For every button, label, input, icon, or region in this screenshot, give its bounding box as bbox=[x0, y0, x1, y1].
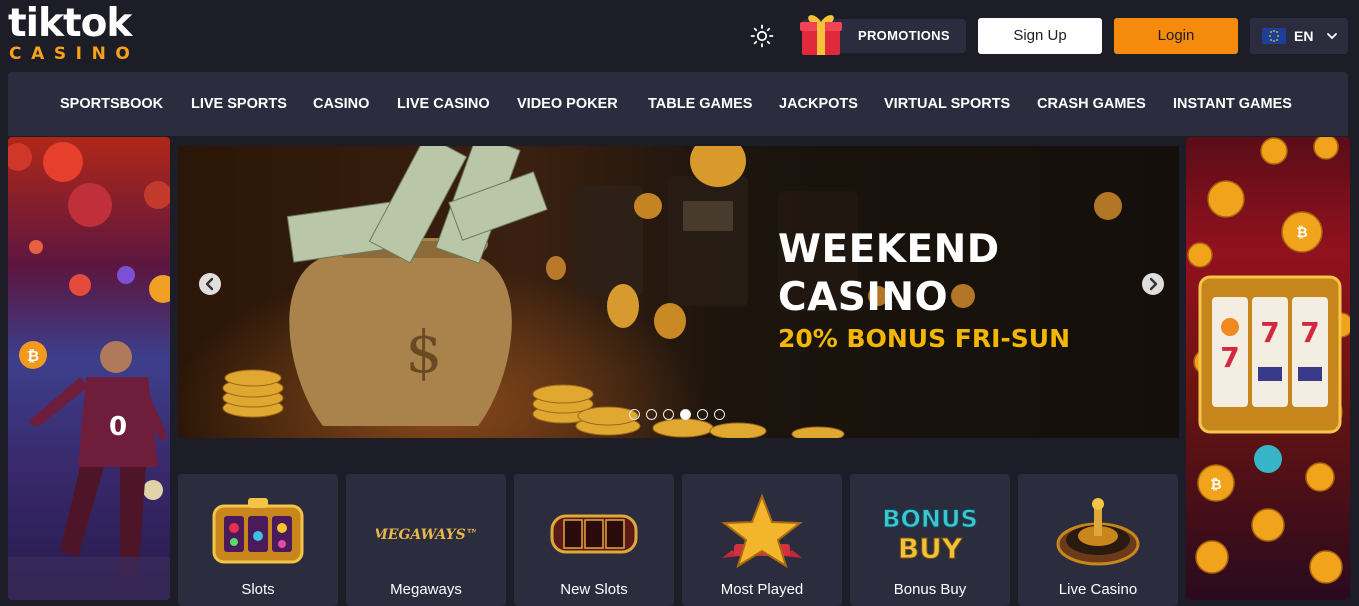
nav-item-instant-games[interactable]: INSTANT GAMES bbox=[1173, 72, 1292, 136]
svg-text:₿: ₿ bbox=[1296, 225, 1307, 241]
nav-item-live-casino[interactable]: LIVE CASINO bbox=[397, 72, 490, 136]
hero-title-line-2: CASINO bbox=[778, 275, 949, 320]
carousel-dot[interactable] bbox=[646, 409, 657, 420]
site-header: tiktok CASINO PROMOTIONS Sign Up Login E… bbox=[0, 0, 1359, 72]
category-label-slots: Slots bbox=[241, 581, 275, 598]
svg-text:BUY: BUY bbox=[898, 532, 963, 565]
category-tile-most-played[interactable]: Most Played bbox=[682, 474, 842, 606]
carousel-dot[interactable] bbox=[663, 409, 674, 420]
slot-machine-icon bbox=[212, 498, 304, 564]
carousel-prev-button[interactable] bbox=[199, 273, 221, 295]
right-side-banner[interactable]: ₿₿₿ 777 bbox=[1186, 137, 1350, 600]
carousel-next-button[interactable] bbox=[1142, 273, 1164, 295]
sports-banner-art: ₿ 0 bbox=[8, 142, 170, 600]
svg-text:MEGAWAYS™: MEGAWAYS™ bbox=[376, 527, 476, 543]
carousel-dot[interactable] bbox=[714, 409, 725, 420]
nav-item-video-poker[interactable]: VIDEO POKER bbox=[517, 72, 618, 136]
nav-item-jackpots[interactable]: JACKPOTS bbox=[779, 72, 858, 136]
carousel-dot[interactable] bbox=[697, 409, 708, 420]
megaways-logo-icon: MEGAWAYS™ bbox=[376, 527, 476, 543]
bonus-buy-icon: BONUS BUY bbox=[882, 505, 979, 566]
left-side-banner[interactable]: ₿ 0 bbox=[8, 137, 170, 600]
svg-text:7: 7 bbox=[1260, 316, 1279, 349]
svg-text:BONUS: BONUS bbox=[882, 505, 978, 533]
theme-toggle-button[interactable] bbox=[746, 20, 778, 52]
nav-item-table-games[interactable]: TABLE GAMES bbox=[648, 72, 752, 136]
eu-flag-icon bbox=[1262, 28, 1286, 44]
logo-wordmark-bottom: CASINO bbox=[9, 44, 140, 64]
nav-item-virtual-sports[interactable]: VIRTUAL SPORTS bbox=[884, 72, 1010, 136]
svg-text:0: 0 bbox=[109, 412, 127, 442]
svg-text:7: 7 bbox=[1300, 316, 1319, 349]
main-nav: SPORTSBOOK LIVE SPORTS CASINO LIVE CASIN… bbox=[8, 72, 1348, 136]
promotions-button[interactable]: PROMOTIONS bbox=[800, 15, 966, 55]
carousel-dot-active[interactable] bbox=[680, 409, 691, 420]
svg-text:7: 7 bbox=[1220, 341, 1239, 374]
category-label-new-slots: New Slots bbox=[560, 581, 628, 598]
nav-item-crash-games[interactable]: CRASH GAMES bbox=[1037, 72, 1146, 136]
gift-icon bbox=[800, 15, 842, 55]
sign-up-button[interactable]: Sign Up bbox=[978, 18, 1102, 54]
category-tile-bonus-buy[interactable]: BONUS BUY Bonus Buy bbox=[850, 474, 1010, 606]
site-logo[interactable]: tiktok CASINO bbox=[8, 4, 158, 66]
hero-headline: WEEKEND CASINO 20% BONUS FRI-SUN bbox=[778, 226, 1158, 356]
category-label-bonus-buy: Bonus Buy bbox=[893, 581, 967, 598]
hero-carousel[interactable]: $ WEEKEND CASINO 20% BONUS FRI-SUN bbox=[178, 146, 1179, 438]
category-tile-new-slots[interactable]: New Slots bbox=[514, 474, 674, 606]
language-selector[interactable]: EN bbox=[1250, 18, 1348, 54]
svg-text:₿: ₿ bbox=[1210, 477, 1221, 493]
promotions-label: PROMOTIONS bbox=[858, 28, 950, 43]
logo-wordmark-top: tiktok bbox=[8, 1, 132, 46]
slots-banner-art: ₿₿₿ 777 bbox=[1187, 137, 1350, 584]
nav-item-casino[interactable]: CASINO bbox=[313, 72, 369, 136]
svg-text:₿: ₿ bbox=[27, 347, 39, 365]
nav-item-sportsbook[interactable]: SPORTSBOOK bbox=[60, 72, 163, 136]
category-label-megaways: Megaways bbox=[390, 581, 462, 598]
category-tile-megaways[interactable]: MEGAWAYS™ Megaways bbox=[346, 474, 506, 606]
new-slots-reel-icon bbox=[550, 514, 638, 554]
sun-icon bbox=[750, 24, 774, 48]
roulette-wheel-icon bbox=[1056, 498, 1140, 566]
carousel-dots bbox=[629, 409, 729, 421]
chevron-right-icon bbox=[1149, 277, 1158, 291]
language-label: EN bbox=[1294, 28, 1314, 44]
svg-text:$: $ bbox=[406, 318, 443, 386]
carousel-dot[interactable] bbox=[629, 409, 640, 420]
star-icon bbox=[721, 493, 803, 569]
category-tile-slots[interactable]: Slots bbox=[178, 474, 338, 606]
login-button[interactable]: Login bbox=[1114, 18, 1238, 54]
chevron-down-icon bbox=[1327, 33, 1337, 40]
nav-item-live-sports[interactable]: LIVE SPORTS bbox=[191, 72, 287, 136]
category-label-live-casino: Live Casino bbox=[1058, 581, 1138, 598]
category-label-most-played: Most Played bbox=[720, 581, 804, 598]
category-tile-live-casino[interactable]: Live Casino bbox=[1018, 474, 1178, 606]
hero-title-line-1: WEEKEND bbox=[778, 227, 1000, 272]
hero-subtitle: 20% BONUS FRI-SUN bbox=[778, 324, 1071, 353]
chevron-left-icon bbox=[205, 277, 214, 291]
